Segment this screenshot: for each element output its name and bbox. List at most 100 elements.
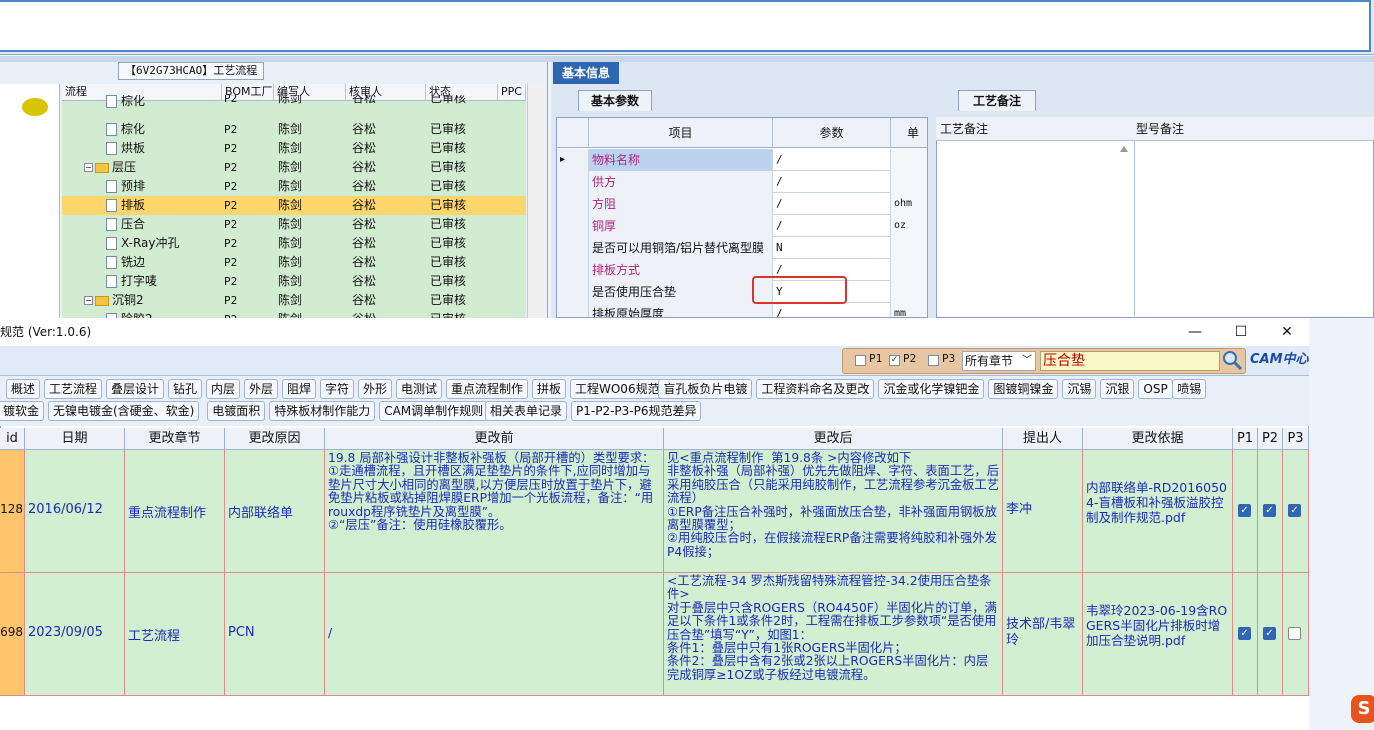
p2-row-checkbox[interactable]: ✓: [1263, 504, 1276, 517]
top-text-area[interactable]: [0, 0, 1371, 52]
grid-cell-date[interactable]: 2023/09/05: [25, 573, 125, 696]
grid-cell-id[interactable]: 698: [0, 573, 25, 696]
p1-row-checkbox[interactable]: ✓: [1238, 504, 1251, 517]
tree-row[interactable]: 棕化 P2 陈剑 谷松 已审核: [62, 120, 526, 139]
chapter-tab[interactable]: 钻孔: [168, 379, 203, 399]
param-col-unit[interactable]: 单位: [891, 118, 927, 170]
tree-row[interactable]: X-Ray冲孔 P2 陈剑 谷松 已审核: [62, 234, 526, 253]
param-row[interactable]: 是否使用压合垫 Y: [557, 281, 927, 303]
param-value[interactable]: /: [773, 171, 891, 193]
param-value[interactable]: /: [773, 215, 891, 237]
chapter-tab[interactable]: 外层: [244, 379, 279, 399]
tree-node[interactable]: 打字唛: [106, 272, 157, 291]
chapter-tab[interactable]: 盲孔板负片电镀: [658, 379, 753, 399]
chapter-tab[interactable]: CAM调单制作规则: [379, 401, 489, 421]
chapter-tab[interactable]: 电测试: [396, 379, 443, 399]
grid-cell-reason[interactable]: 内部联络单: [225, 450, 325, 573]
chapter-tab[interactable]: 内层: [206, 379, 241, 399]
tree-node[interactable]: 压合: [106, 215, 145, 234]
grid-cell-before[interactable]: 19.8 局部补强设计非整板补强板（局部开槽的）类型要求： ①走通槽流程，且开槽…: [325, 450, 664, 573]
grid-cell-chapter[interactable]: 重点流程制作: [125, 450, 225, 573]
chapter-tab[interactable]: 沉银: [1100, 379, 1135, 399]
chapter-tab[interactable]: 无镍电镀金(含硬金、软金): [48, 401, 200, 421]
param-row[interactable]: 供方 /: [557, 171, 927, 193]
tree-scrollbar[interactable]: [527, 84, 543, 318]
grid-col-header[interactable]: 日期: [25, 428, 125, 450]
chapter-tab[interactable]: 叠层设计: [106, 379, 165, 399]
tree-row[interactable]: 打字唛 P2 陈剑 谷松 已审核: [62, 272, 526, 291]
tree-row[interactable]: − 层压 P2 陈剑 谷松 已审核: [62, 158, 526, 177]
grid-cell-after[interactable]: 见<重点流程制作 第19.8条 >内容修改如下 非整板补强（局部补强）优先先做阻…: [664, 450, 1003, 573]
chapter-tab[interactable]: 沉金或化学镍钯金: [878, 379, 985, 399]
tree-row[interactable]: 排板 P2 陈剑 谷松 已审核: [62, 196, 526, 215]
tree-row[interactable]: 烘板 P2 陈剑 谷松 已审核: [62, 139, 526, 158]
comment-bubble-icon[interactable]: [22, 98, 48, 116]
grid-col-header[interactable]: 更改依据: [1083, 428, 1233, 450]
maximize-button[interactable]: ☐: [1218, 318, 1264, 346]
grid-col-header[interactable]: 更改后: [664, 428, 1003, 450]
param-row[interactable]: 排板原始厚度 / mm: [557, 303, 927, 317]
chapter-tab[interactable]: 工程资料命名及更改: [756, 379, 875, 399]
ime-s-icon[interactable]: S: [1351, 695, 1374, 723]
chapter-tab[interactable]: 字符: [320, 379, 355, 399]
tree-row[interactable]: 预排 P2 陈剑 谷松 已审核: [62, 177, 526, 196]
grid-col-header[interactable]: P2: [1258, 428, 1283, 450]
tree-node[interactable]: 棕化: [106, 120, 145, 139]
search-input[interactable]: 压合垫: [1040, 351, 1220, 371]
tree-row[interactable]: 压合 P2 陈剑 谷松 已审核: [62, 215, 526, 234]
tree-row[interactable]: 铣边 P2 陈剑 谷松 已审核: [62, 253, 526, 272]
chapter-tab[interactable]: 外形: [358, 379, 393, 399]
chapter-tab[interactable]: 图镀铜镍金: [988, 379, 1059, 399]
p1-row-checkbox[interactable]: ✓: [1238, 627, 1251, 640]
p3-checkbox[interactable]: [928, 355, 939, 366]
minimize-button[interactable]: —: [1172, 318, 1218, 346]
tree-node[interactable]: 铣边: [106, 253, 145, 272]
close-button[interactable]: ✕: [1264, 318, 1310, 346]
grid-col-header[interactable]: P1: [1233, 428, 1258, 450]
tree-node[interactable]: 排板: [106, 196, 145, 215]
param-row[interactable]: 方阻 / ohm: [557, 193, 927, 215]
grid-cell-before[interactable]: /: [325, 573, 664, 696]
grid-col-header[interactable]: 更改章节: [125, 428, 225, 450]
tree-node[interactable]: 棕化: [106, 95, 145, 108]
grid-cell-reason[interactable]: PCN: [225, 573, 325, 696]
grid-col-header[interactable]: id: [0, 428, 25, 450]
p1-checkbox[interactable]: [855, 355, 866, 366]
p2-row-checkbox[interactable]: ✓: [1263, 627, 1276, 640]
p3-row-checkbox[interactable]: ✓: [1288, 504, 1301, 517]
chapter-tab[interactable]: 电镀面积: [207, 401, 266, 421]
grid-cell-proposer[interactable]: 李冲: [1003, 450, 1083, 573]
grid-cell-chapter[interactable]: 工艺流程: [125, 573, 225, 696]
tab-process-remark[interactable]: 工艺备注: [958, 90, 1036, 111]
tab-basic-info[interactable]: 基本信息: [553, 62, 619, 84]
chapter-tab[interactable]: 概述: [6, 379, 41, 399]
chapter-tab[interactable]: 相关表单记录: [485, 401, 568, 421]
grid-cell-after[interactable]: <工艺流程-34 罗杰斯残留特殊流程管控-34.2使用压合垫条件> 对于叠层中只…: [664, 573, 1003, 696]
tab-basic-params[interactable]: 基本参数: [578, 90, 652, 111]
tree-row[interactable]: − 沉铜2 P2 陈剑 谷松 已审核: [62, 291, 526, 310]
grid-col-header[interactable]: 更改前: [325, 428, 664, 450]
tree-node[interactable]: 烘板: [106, 139, 145, 158]
chapter-tab[interactable]: 特殊板材制作能力: [269, 401, 376, 421]
chapter-tab[interactable]: 拼板: [532, 379, 567, 399]
tree-row[interactable]: 棕化 P2 陈剑 谷松 已审核: [62, 95, 526, 108]
param-row[interactable]: ▸ 物料名称 /: [557, 149, 927, 171]
chapter-tab[interactable]: P1-P2-P3-P6规范差异: [571, 401, 702, 421]
param-row[interactable]: 是否可以用铜箔/铝片替代离型膜 N: [557, 237, 927, 259]
grid-col-header[interactable]: 更改原因: [225, 428, 325, 450]
chapter-tab[interactable]: 工艺流程: [44, 379, 103, 399]
grid-cell-date[interactable]: 2016/06/12: [25, 450, 125, 573]
tree-node[interactable]: X-Ray冲孔: [106, 234, 179, 253]
param-col-value[interactable]: 参数: [773, 118, 891, 148]
param-value[interactable]: N: [773, 237, 891, 259]
grid-col-header[interactable]: 提出人: [1003, 428, 1083, 450]
collapse-icon[interactable]: −: [84, 296, 93, 305]
collapse-icon[interactable]: −: [84, 163, 93, 172]
search-icon[interactable]: [1221, 349, 1243, 371]
param-value[interactable]: /: [773, 149, 891, 171]
grid-cell-basis[interactable]: 韦翠玲2023-06-19含ROGERS半固化片排板时增加压合垫说明.pdf: [1083, 573, 1233, 696]
remark-scroll-up-icon[interactable]: [1120, 146, 1128, 152]
tree-node[interactable]: − 层压: [84, 158, 136, 177]
chapter-tab[interactable]: 喷锡: [1172, 379, 1207, 399]
tree-node[interactable]: − 沉铜2: [84, 291, 144, 310]
